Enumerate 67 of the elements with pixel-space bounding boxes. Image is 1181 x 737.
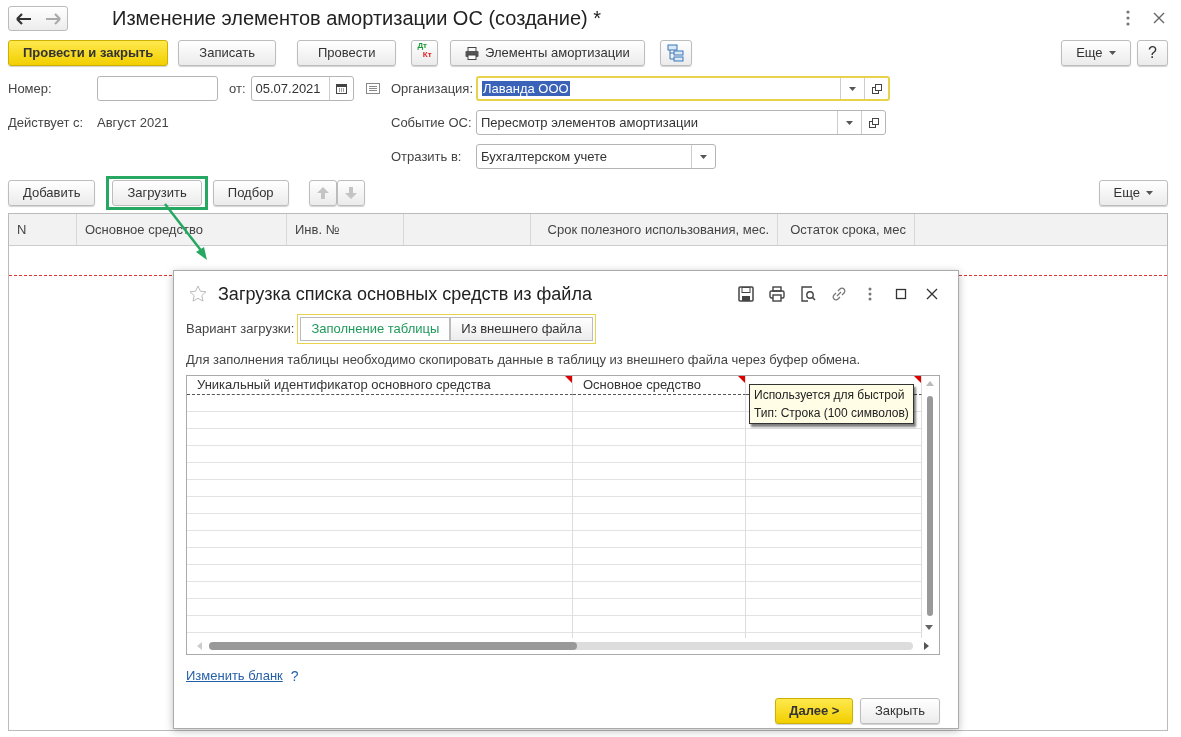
dialog-title: Загрузка списка основных средств из файла bbox=[218, 282, 592, 306]
star-icon[interactable] bbox=[189, 285, 207, 303]
select-field[interactable]: Лаванда ООО bbox=[476, 76, 890, 101]
date-field[interactable]: 05.07.2021 bbox=[250, 76, 354, 101]
field-label: Организация: bbox=[391, 79, 475, 98]
down-arrow-icon bbox=[344, 187, 357, 199]
tooltip-text: Тип: Строка (100 символов) bbox=[754, 404, 909, 422]
close-icon[interactable] bbox=[924, 286, 940, 302]
dropdown-icon[interactable] bbox=[849, 86, 856, 91]
tooltip-text: Используется для быстрой bbox=[754, 386, 906, 404]
option-tab[interactable]: Заполнение таблицы bbox=[300, 317, 451, 341]
field-label: Действует с: bbox=[8, 113, 85, 132]
more-button[interactable]: Еще bbox=[1061, 40, 1131, 66]
column-header: N bbox=[9, 214, 77, 245]
column-header: Инв. № bbox=[287, 214, 404, 245]
more-icon[interactable] bbox=[1125, 10, 1131, 26]
back-icon bbox=[15, 12, 32, 25]
field-label: от: bbox=[229, 79, 246, 98]
option-tab[interactable]: Из внешнего файла bbox=[450, 317, 593, 341]
column-header: Срок полезного использования, мес. bbox=[531, 214, 778, 245]
up-arrow-icon bbox=[316, 187, 329, 199]
comment-icon[interactable] bbox=[365, 83, 380, 94]
toolbar-button[interactable]: Провести bbox=[296, 40, 397, 66]
print-button[interactable]: Элементы амортизации bbox=[450, 40, 645, 66]
help-button[interactable]: ? bbox=[1137, 40, 1168, 66]
printer-icon[interactable] bbox=[769, 286, 785, 302]
toolbar-button[interactable]: Записать bbox=[178, 40, 276, 66]
next-button[interactable]: Далее > bbox=[775, 697, 854, 724]
sort-marker bbox=[565, 375, 572, 383]
forward-icon bbox=[44, 12, 61, 25]
printer-icon bbox=[465, 46, 480, 60]
select-field[interactable]: Бухгалтерском учете bbox=[476, 144, 716, 169]
field-value: Август 2021 bbox=[97, 113, 170, 132]
debit-credit-button[interactable]: Дт Кт bbox=[411, 40, 439, 66]
close-icon[interactable] bbox=[1153, 12, 1165, 24]
field-label: Номер: bbox=[8, 79, 53, 98]
number-field[interactable] bbox=[97, 76, 218, 101]
close-button[interactable]: Закрыть bbox=[859, 697, 940, 724]
window-title: Изменение элементов амортизации ОС (создание) * bbox=[112, 6, 602, 31]
hierarchy-icon bbox=[666, 44, 685, 62]
hint-text: Для заполнения таблицы необходимо скопировать данные в таблицу из внешнего файла через буфер обмена. bbox=[186, 351, 862, 369]
calendar-icon[interactable] bbox=[335, 83, 347, 94]
caret-icon bbox=[1146, 191, 1153, 195]
field-label: Отразить в: bbox=[391, 147, 463, 166]
dropdown-icon[interactable] bbox=[700, 154, 707, 159]
column-header: Уникальный идентификатор основного средства bbox=[187, 375, 573, 395]
scroll-down-icon[interactable] bbox=[925, 624, 935, 631]
open-icon[interactable] bbox=[871, 83, 882, 94]
select-field[interactable]: Пересмотр элементов амортизации bbox=[476, 110, 886, 135]
column-header: Остаток срока, мес bbox=[778, 214, 915, 245]
table-toolbar-button[interactable]: Подбор bbox=[212, 180, 289, 206]
more-button[interactable]: Еще bbox=[1098, 180, 1168, 206]
structure-button[interactable] bbox=[659, 40, 692, 66]
open-icon[interactable] bbox=[868, 117, 879, 128]
link-icon[interactable] bbox=[831, 286, 847, 302]
help-link[interactable]: ? bbox=[290, 665, 299, 687]
post-and-close-button[interactable]: Провести и закрыть bbox=[8, 40, 169, 66]
table-toolbar-button[interactable]: Добавить bbox=[8, 180, 96, 206]
table-toolbar-button[interactable]: Загрузить bbox=[112, 180, 202, 206]
caret-icon bbox=[1108, 51, 1116, 55]
field-label: Событие ОС: bbox=[391, 113, 473, 132]
change-form-link[interactable]: Изменить бланк bbox=[186, 666, 283, 686]
dropdown-icon[interactable] bbox=[846, 120, 853, 125]
save-icon[interactable] bbox=[738, 286, 754, 302]
preview-icon[interactable] bbox=[800, 286, 816, 302]
field-label: Вариант загрузки: bbox=[186, 320, 295, 339]
maximize-icon[interactable] bbox=[893, 286, 909, 302]
